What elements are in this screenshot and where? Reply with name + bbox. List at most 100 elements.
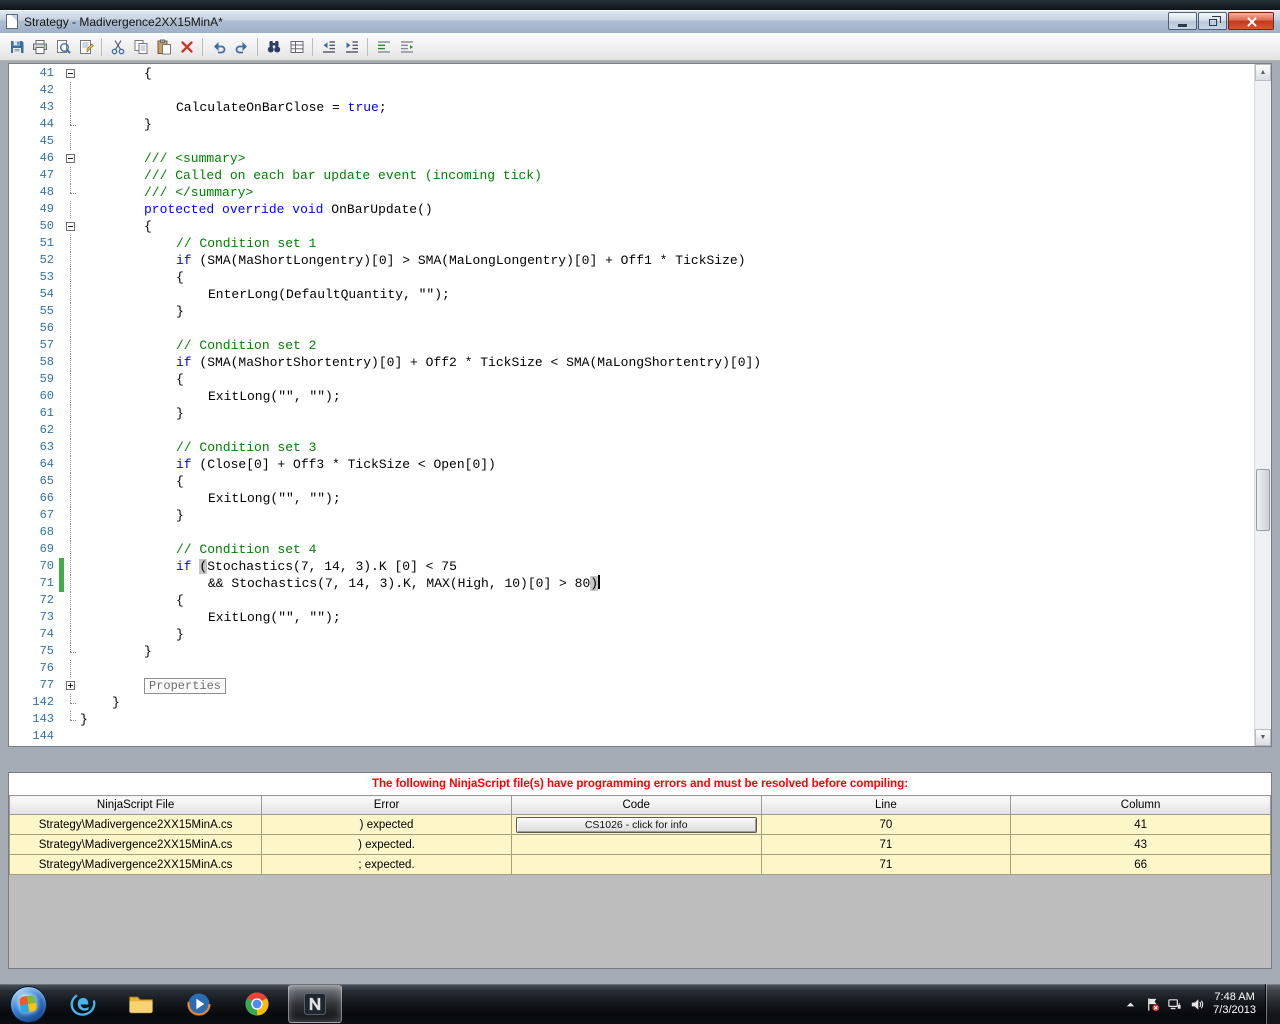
code-token: if <box>176 457 192 472</box>
error-row[interactable]: Strategy\Madivergence2XX15MinA.cs; expec… <box>8 854 1271 875</box>
code-line[interactable]: 49 protected override void OnBarUpdate() <box>9 201 1254 218</box>
fold-marker[interactable] <box>64 218 78 235</box>
code-line[interactable]: 57 // Condition set 2 <box>9 337 1254 354</box>
code-line[interactable]: 41 { <box>9 65 1254 82</box>
code-line[interactable]: 74} <box>9 626 1254 643</box>
print-preview-icon[interactable] <box>51 36 74 58</box>
code-line[interactable]: 71 && Stochastics(7, 14, 3).K, MAX(High, … <box>9 575 1254 592</box>
paste-icon[interactable] <box>152 36 175 58</box>
code-token: protected <box>144 202 215 217</box>
fold-marker <box>64 167 78 184</box>
code-line[interactable]: 72 { <box>9 592 1254 609</box>
code-line[interactable]: 62 <box>9 422 1254 439</box>
taskbar-clock[interactable]: 7:48 AM 7/3/2013 <box>1207 991 1264 1017</box>
fold-marker[interactable] <box>64 65 78 82</box>
close-button[interactable] <box>1228 12 1274 30</box>
code-line[interactable]: 69 // Condition set 4 <box>9 541 1254 558</box>
code-line[interactable]: 45 <box>9 133 1254 150</box>
code-line[interactable]: 73 ExitLong("", ""); <box>9 609 1254 626</box>
volume-icon[interactable] <box>1185 991 1207 1017</box>
fold-marker <box>64 711 78 728</box>
code-line[interactable]: 64 if (Close[0] + Off3 * TickSize < Open[… <box>9 456 1254 473</box>
code-line[interactable]: 42 <box>9 82 1254 99</box>
error-table-header: NinjaScript File Error Code Line Column <box>8 795 1271 815</box>
code-line[interactable]: 77 Properties <box>9 677 1254 694</box>
code-line[interactable]: 48 /// </summary> <box>9 184 1254 201</box>
print-icon[interactable] <box>28 36 51 58</box>
code-editor[interactable]: 41{42 43 CalculateOnBarClose = true; 44} 45 4… <box>8 63 1272 747</box>
code-line[interactable]: 65 { <box>9 473 1254 490</box>
code-line[interactable]: 143} <box>9 711 1254 728</box>
error-row[interactable]: Strategy\Madivergence2XX15MinA.cs) expec… <box>8 814 1271 835</box>
code-line[interactable]: 63 // Condition set 3 <box>9 439 1254 456</box>
code-line[interactable]: 142} <box>9 694 1254 711</box>
scroll-down-arrow[interactable] <box>1255 729 1271 746</box>
code-line[interactable]: 75} <box>9 643 1254 660</box>
collapsed-region[interactable]: Properties <box>144 678 227 694</box>
save-icon[interactable] <box>5 36 28 58</box>
uncomment-icon[interactable] <box>395 36 418 58</box>
code-token: } <box>176 627 184 642</box>
fold-marker[interactable] <box>64 150 78 167</box>
copy-icon[interactable] <box>129 36 152 58</box>
error-code-button[interactable]: CS1026 - click for info <box>515 816 757 833</box>
windows-explorer-icon[interactable] <box>114 985 168 1023</box>
code-line[interactable]: 58 if (SMA(MaShortShortentry)[0] + Off2 *… <box>9 354 1254 371</box>
hidden-icons-arrow[interactable] <box>1119 991 1141 1017</box>
code-line[interactable]: 44} <box>9 116 1254 133</box>
code-line[interactable]: 53 { <box>9 269 1254 286</box>
toolbar-separator <box>257 37 258 56</box>
code-text: } <box>78 626 184 643</box>
vertical-scrollbar[interactable] <box>1254 64 1271 746</box>
ninjatrader-icon[interactable] <box>288 985 342 1023</box>
fold-marker <box>64 133 78 150</box>
title-bar[interactable]: Strategy - Madivergence2XX15MinA* <box>0 10 1280 33</box>
code-line[interactable]: 54 EnterLong(DefaultQuantity, ""); <box>9 286 1254 303</box>
line-number: 62 <box>39 423 54 437</box>
code-line[interactable]: 76 <box>9 660 1254 677</box>
indent-icon[interactable] <box>340 36 363 58</box>
code-line[interactable]: 67} <box>9 507 1254 524</box>
line-number: 47 <box>39 168 54 182</box>
line-number: 70 <box>39 559 54 573</box>
page-setup-icon[interactable] <box>74 36 97 58</box>
scroll-up-arrow[interactable] <box>1255 64 1271 81</box>
code-line[interactable]: 55} <box>9 303 1254 320</box>
find-icon[interactable] <box>262 36 285 58</box>
code-line[interactable]: 68 <box>9 524 1254 541</box>
code-line[interactable]: 66 ExitLong("", ""); <box>9 490 1254 507</box>
internet-explorer-icon[interactable] <box>56 985 110 1023</box>
minimize-button[interactable] <box>1168 12 1197 30</box>
code-line[interactable]: 59 { <box>9 371 1254 388</box>
comment-icon[interactable] <box>372 36 395 58</box>
cut-icon[interactable] <box>106 36 129 58</box>
code-line[interactable]: 47 /// Called on each bar update event (i… <box>9 167 1254 184</box>
undo-icon[interactable] <box>207 36 230 58</box>
redo-icon[interactable] <box>230 36 253 58</box>
code-line[interactable]: 46 /// <summary> <box>9 150 1254 167</box>
code-line[interactable]: 43 CalculateOnBarClose = true; <box>9 99 1254 116</box>
bookmark-icon[interactable] <box>285 36 308 58</box>
outdent-icon[interactable] <box>317 36 340 58</box>
code-line[interactable]: 60 ExitLong("", ""); <box>9 388 1254 405</box>
code-line[interactable]: 144 <box>9 728 1254 745</box>
chrome-icon[interactable] <box>230 985 284 1023</box>
maximize-button[interactable] <box>1198 12 1227 30</box>
fold-marker[interactable] <box>64 677 78 694</box>
error-row[interactable]: Strategy\Madivergence2XX15MinA.cs) expec… <box>8 834 1271 855</box>
network-icon[interactable] <box>1163 991 1185 1017</box>
code-line[interactable]: 51 // Condition set 1 <box>9 235 1254 252</box>
delete-icon[interactable] <box>175 36 198 58</box>
media-player-icon[interactable] <box>172 985 226 1023</box>
show-desktop-button[interactable] <box>1266 984 1280 1024</box>
scrollbar-thumb[interactable] <box>1256 469 1270 531</box>
action-center-flag-icon[interactable] <box>1141 991 1163 1017</box>
code-line[interactable]: 61} <box>9 405 1254 422</box>
code-line[interactable]: 50 { <box>9 218 1254 235</box>
start-button[interactable] <box>4 985 52 1023</box>
code-line[interactable]: 56 <box>9 320 1254 337</box>
code-line[interactable]: 70 if (Stochastics(7, 14, 3).K [0] < 75 <box>9 558 1254 575</box>
code-line[interactable]: 52 if (SMA(MaShortLongentry)[0] > SMA(MaL… <box>9 252 1254 269</box>
